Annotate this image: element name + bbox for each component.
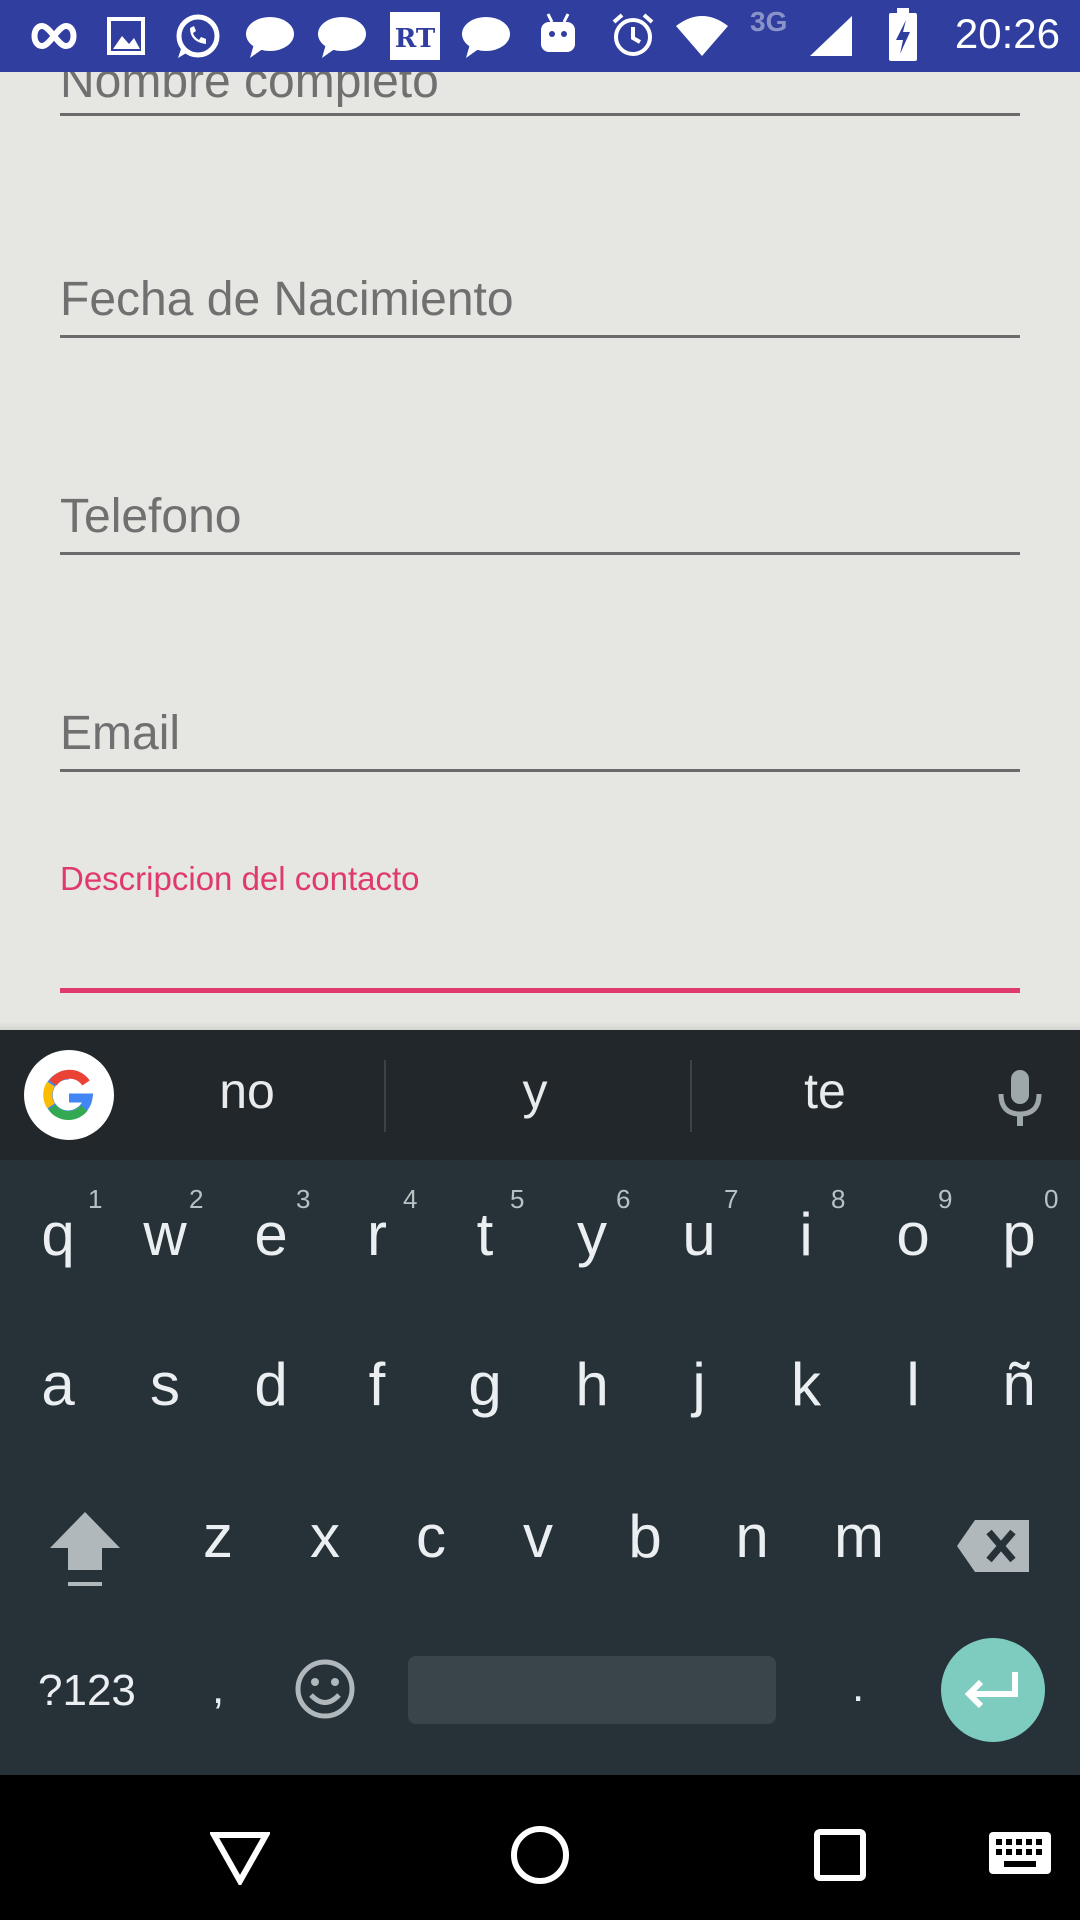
chat-bubble-icon	[316, 14, 368, 65]
email-hint: Email	[60, 707, 181, 760]
suggestion-3[interactable]: te	[725, 1062, 925, 1120]
key-a[interactable]: a	[5, 1350, 111, 1419]
shift-arrow-icon	[50, 1512, 120, 1586]
comma-key[interactable]: ,	[212, 1664, 224, 1714]
recents-icon[interactable]	[814, 1829, 866, 1886]
email-underline	[60, 769, 1020, 772]
enter-key[interactable]	[941, 1638, 1045, 1742]
phone-field[interactable]: Telefono	[60, 489, 1020, 569]
email-field[interactable]: Email	[60, 706, 1020, 786]
emoji-key[interactable]	[294, 1658, 356, 1731]
google-g-icon	[43, 1069, 94, 1120]
key-k[interactable]: k	[753, 1350, 859, 1419]
full-name-underline	[60, 113, 1020, 116]
description-field[interactable]: Descripcion del contacto	[60, 860, 1020, 1000]
home-icon[interactable]	[510, 1825, 570, 1890]
key-hint-6: 6	[616, 1184, 631, 1214]
key-hint-2: 2	[189, 1184, 204, 1214]
suggestion-divider	[690, 1060, 692, 1132]
back-icon[interactable]	[208, 1831, 272, 1890]
gallery-icon	[106, 16, 146, 61]
key-hint-8: 8	[831, 1184, 846, 1214]
key-hint-4: 4	[403, 1184, 418, 1214]
backspace-icon	[957, 1520, 1029, 1572]
status-bar: RT 3G 20:26	[0, 0, 1080, 72]
key-l[interactable]: l	[860, 1350, 966, 1419]
key-x[interactable]: x	[272, 1502, 378, 1571]
key-d[interactable]: d	[218, 1350, 324, 1419]
key-m[interactable]: m	[806, 1502, 912, 1571]
space-key[interactable]	[408, 1656, 776, 1724]
key-j[interactable]: j	[646, 1350, 752, 1419]
phone-hint: Telefono	[60, 490, 242, 543]
backspace-key[interactable]	[955, 1518, 1031, 1579]
key-hint-0: 0	[1044, 1184, 1059, 1214]
shift-key[interactable]	[48, 1508, 122, 1595]
key-hint-5: 5	[510, 1184, 525, 1214]
alarm-icon	[610, 12, 656, 63]
emoji-smiley-icon	[295, 1659, 355, 1719]
suggestion-divider	[384, 1060, 386, 1132]
whatsapp-icon	[172, 12, 222, 67]
contact-form: Nombre completo Fecha de Nacimiento Tele…	[0, 72, 1080, 1030]
key-z[interactable]: z	[165, 1502, 271, 1571]
key-c[interactable]: c	[378, 1502, 484, 1571]
wifi-icon	[674, 14, 730, 63]
chat-bubble-icon	[460, 14, 512, 65]
key-hint-9: 9	[938, 1184, 953, 1214]
symbols-key[interactable]: ?123	[38, 1666, 136, 1716]
google-search-button[interactable]	[24, 1050, 114, 1140]
suggestion-2[interactable]: y	[435, 1062, 635, 1120]
keyboard-switch-icon[interactable]	[988, 1831, 1052, 1880]
rt-news-icon: RT	[390, 12, 440, 65]
birth-date-underline	[60, 335, 1020, 338]
svg-text:RT: RT	[395, 24, 436, 54]
description-underline	[60, 988, 1020, 993]
microphone-icon[interactable]	[995, 1068, 1045, 1133]
phone-underline	[60, 552, 1020, 555]
keyboard-shadow	[0, 1022, 1080, 1030]
android-icon	[538, 10, 578, 61]
key-s[interactable]: s	[112, 1350, 218, 1419]
key-hint-3: 3	[296, 1184, 311, 1214]
key-b[interactable]: b	[592, 1502, 698, 1571]
birth-date-field[interactable]: Fecha de Nacimiento	[60, 272, 1020, 352]
full-name-hint: Nombre completo	[60, 72, 439, 108]
key-f[interactable]: f	[324, 1350, 430, 1419]
period-key[interactable]: .	[852, 1662, 864, 1712]
key-g[interactable]: g	[432, 1350, 538, 1419]
enter-arrow-icon	[964, 1672, 1018, 1709]
suggestion-strip: no y te	[0, 1030, 1080, 1160]
key-n[interactable]: n	[699, 1502, 805, 1571]
birth-date-hint: Fecha de Nacimiento	[60, 273, 514, 326]
navigation-bar	[0, 1775, 1080, 1920]
description-floating-label: Descripcion del contacto	[60, 860, 420, 897]
suggestion-1[interactable]: no	[147, 1062, 347, 1120]
soft-keyboard: no y te q 1 w 2 e 3 r 4 t 5 y 6 u 7 i 8 …	[0, 1030, 1080, 1775]
network-type: 3G	[750, 6, 788, 37]
key-hint-1: 1	[88, 1184, 103, 1214]
key-enye[interactable]: ñ	[966, 1350, 1072, 1419]
chat-bubble-icon	[244, 14, 296, 65]
status-time: 20:26	[954, 10, 1060, 57]
battery-charging-icon	[888, 8, 918, 67]
signal-icon	[808, 14, 854, 63]
infinity-icon	[30, 18, 78, 59]
full-name-field[interactable]: Nombre completo	[60, 72, 1020, 132]
key-v[interactable]: v	[485, 1502, 591, 1571]
key-hint-7: 7	[724, 1184, 739, 1214]
key-h[interactable]: h	[539, 1350, 645, 1419]
